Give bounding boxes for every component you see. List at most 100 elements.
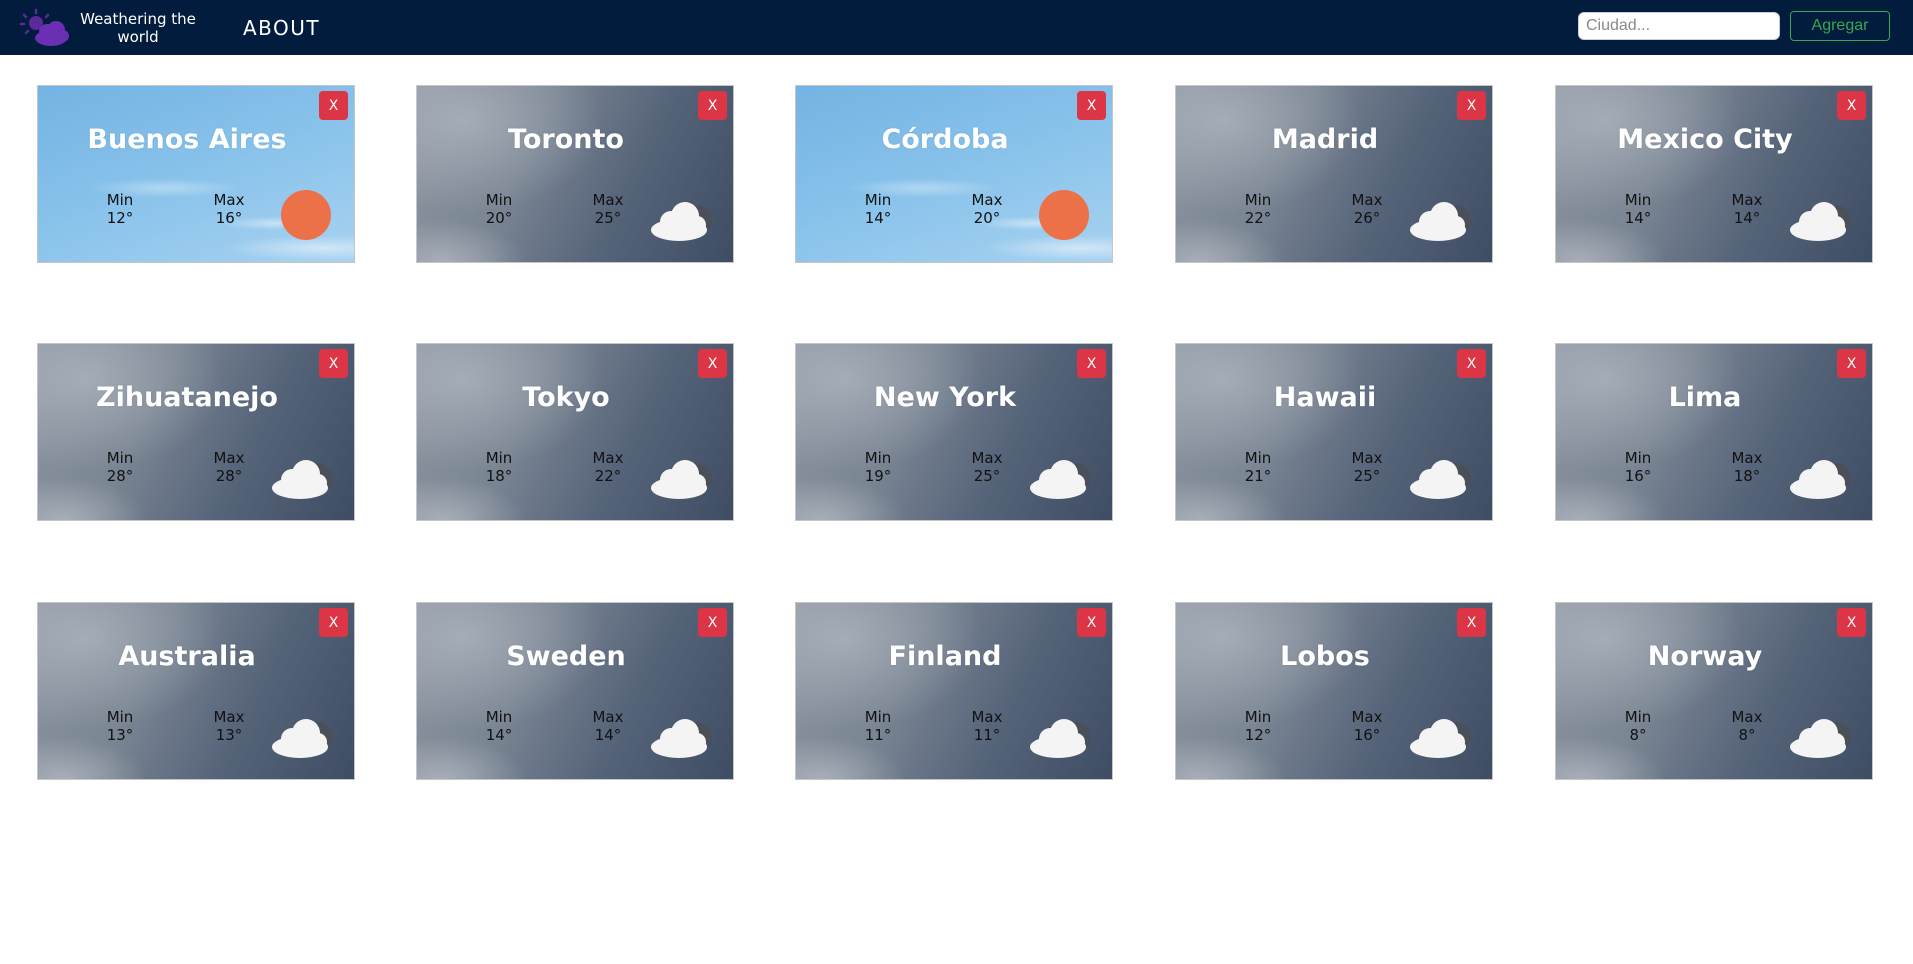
city-name: Toronto [508, 124, 624, 155]
max-temp: Max 18° [1717, 449, 1777, 485]
remove-city-button[interactable]: X [319, 349, 348, 378]
min-value: 14° [864, 209, 892, 227]
min-label: Min [1244, 449, 1272, 467]
city-name: Lima [1668, 382, 1742, 413]
max-value: 14° [1733, 209, 1761, 227]
min-value: 19° [864, 467, 892, 485]
min-temp: Min 22° [1228, 191, 1288, 227]
max-temp: Max 13° [199, 708, 259, 744]
city-card: X Córdoba Min 14° Max 20° [795, 85, 1113, 263]
cloud-icon [1408, 709, 1478, 759]
city-card: X Madrid Min 22° Max 26° [1175, 85, 1493, 263]
max-label: Max [1351, 449, 1383, 467]
max-label: Max [1731, 708, 1763, 726]
max-value: 25° [973, 467, 1001, 485]
min-label: Min [864, 708, 892, 726]
city-card: X Lima Min 16° Max 18° [1555, 343, 1873, 521]
cloud-icon [270, 709, 340, 759]
max-label: Max [1731, 191, 1763, 209]
remove-city-button[interactable]: X [698, 349, 727, 378]
min-temp: Min 12° [90, 191, 150, 227]
max-label: Max [971, 191, 1003, 209]
remove-city-button[interactable]: X [1457, 608, 1486, 637]
max-value: 8° [1738, 726, 1756, 744]
city-name: Sweden [506, 641, 626, 672]
max-label: Max [213, 191, 245, 209]
remove-city-button[interactable]: X [1837, 91, 1866, 120]
max-label: Max [213, 449, 245, 467]
min-label: Min [485, 708, 513, 726]
remove-city-button[interactable]: X [1837, 608, 1866, 637]
max-temp: Max 20° [957, 191, 1017, 227]
min-temp: Min 20° [469, 191, 529, 227]
min-temp: Min 14° [1608, 191, 1668, 227]
remove-city-button[interactable]: X [1457, 91, 1486, 120]
min-value: 20° [485, 209, 513, 227]
min-label: Min [1244, 708, 1272, 726]
remove-city-button[interactable]: X [1077, 608, 1106, 637]
max-value: 20° [973, 209, 1001, 227]
remove-city-button[interactable]: X [1837, 349, 1866, 378]
max-temp: Max 26° [1337, 191, 1397, 227]
remove-city-button[interactable]: X [1457, 349, 1486, 378]
max-label: Max [1731, 449, 1763, 467]
cloud-icon [1788, 709, 1858, 759]
min-temp: Min 11° [848, 708, 908, 744]
city-card: X Australia Min 13° Max 13° [37, 602, 355, 780]
min-label: Min [106, 708, 134, 726]
max-value: 26° [1353, 209, 1381, 227]
max-temp: Max 16° [1337, 708, 1397, 744]
min-label: Min [1624, 449, 1652, 467]
min-label: Min [485, 449, 513, 467]
max-value: 14° [594, 726, 622, 744]
max-temp: Max 8° [1717, 708, 1777, 744]
min-temp: Min 16° [1608, 449, 1668, 485]
max-label: Max [1351, 191, 1383, 209]
city-name: Finland [888, 641, 1002, 672]
min-label: Min [864, 191, 892, 209]
city-name: Zihuatanejo [96, 382, 278, 413]
city-card: X New York Min 19° Max 25° [795, 343, 1113, 521]
min-temp: Min 19° [848, 449, 908, 485]
min-temp: Min 12° [1228, 708, 1288, 744]
max-value: 25° [594, 209, 622, 227]
remove-city-button[interactable]: X [698, 91, 727, 120]
max-temp: Max 25° [957, 449, 1017, 485]
remove-city-button[interactable]: X [1077, 91, 1106, 120]
max-value: 16° [1353, 726, 1381, 744]
max-temp: Max 11° [957, 708, 1017, 744]
remove-city-button[interactable]: X [1077, 349, 1106, 378]
city-name: Mexico City [1617, 124, 1793, 155]
city-card: X Hawaii Min 21° Max 25° [1175, 343, 1493, 521]
cloud-icon [1408, 192, 1478, 242]
min-label: Min [1244, 191, 1272, 209]
city-card: X Toronto Min 20° Max 25° [416, 85, 734, 263]
city-name: Norway [1647, 641, 1763, 672]
city-name: Buenos Aires [87, 124, 287, 155]
max-label: Max [592, 449, 624, 467]
max-label: Max [971, 449, 1003, 467]
min-value: 18° [485, 467, 513, 485]
max-temp: Max 22° [578, 449, 638, 485]
max-value: 28° [215, 467, 243, 485]
min-value: 12° [106, 209, 134, 227]
max-temp: Max 28° [199, 449, 259, 485]
min-value: 22° [1244, 209, 1272, 227]
city-name: Córdoba [881, 124, 1009, 155]
city-name: Lobos [1280, 641, 1370, 672]
city-card: X Tokyo Min 18° Max 22° [416, 343, 734, 521]
min-label: Min [485, 191, 513, 209]
remove-city-button[interactable]: X [319, 608, 348, 637]
min-label: Min [864, 449, 892, 467]
remove-city-button[interactable]: X [319, 91, 348, 120]
max-label: Max [971, 708, 1003, 726]
max-temp: Max 16° [199, 191, 259, 227]
max-value: 11° [973, 726, 1001, 744]
min-value: 16° [1624, 467, 1652, 485]
min-label: Min [1624, 191, 1652, 209]
city-name: Hawaii [1273, 382, 1377, 413]
city-card: X Mexico City Min 14° Max 14° [1555, 85, 1873, 263]
city-card-grid: X Buenos Aires Min 12° Max 16° X Toronto Min 20° M… [0, 0, 1913, 964]
remove-city-button[interactable]: X [698, 608, 727, 637]
min-value: 14° [485, 726, 513, 744]
